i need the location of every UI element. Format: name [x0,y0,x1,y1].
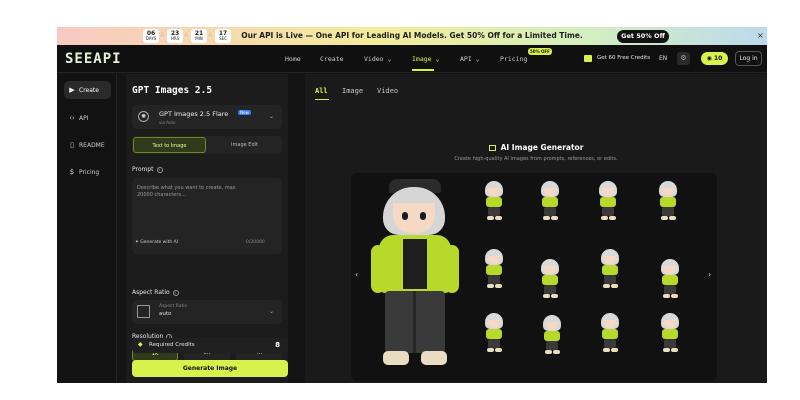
aspect-ratio-value: auto [159,311,172,317]
chevron-left-icon[interactable]: ‹ [355,270,358,279]
nav-create[interactable]: Create [320,55,343,63]
aspect-ratio-icon [137,305,150,318]
logo[interactable]: SEEAPI [65,51,122,67]
code-icon: ‹› [69,114,75,122]
settings-icon[interactable]: ⚙ [677,52,690,65]
chibi-image[interactable] [479,249,509,289]
book-icon: ▯ [70,141,74,149]
gift-icon [584,55,592,62]
prompt-label: Prompt i [132,166,163,173]
chibi-image[interactable] [535,181,565,221]
chevron-right-icon[interactable]: › [708,270,711,279]
promo-cta-button[interactable]: Get 50% Off [617,30,669,43]
promo-banner: 06 DAYS : 23 HRS : 21 MIN : 17 SEC Our API i… [57,27,767,45]
nav-active-underline [412,69,434,71]
sparkle-icon: ✦ [135,240,139,245]
chibi-image[interactable] [595,313,625,353]
generate-image-button[interactable]: Generate Image [132,360,288,377]
example-gallery [351,173,717,381]
nav-api[interactable]: API ⌄ [460,55,480,63]
generator-subtitle: Create high-quality AI images from promp… [454,156,618,162]
new-badge: New [238,110,251,115]
panel-title: GPT Images 2.5 [132,85,213,96]
app-frame: 06 DAYS : 23 HRS : 21 MIN : 17 SEC Our API i… [57,27,767,383]
chevron-down-icon: ⌄ [387,55,392,63]
nav-pricing[interactable]: Pricing [500,55,527,63]
chibi-image[interactable] [479,313,509,353]
openai-icon: ✺ [138,111,149,122]
credits-balance[interactable]: ◉ 10 [701,52,728,65]
chibi-image[interactable] [595,249,625,289]
rail-item-pricing[interactable]: $ Pricing [64,163,111,181]
main-area: All Image Video AI Image Generator Creat… [305,74,767,383]
generate-with-ai-button[interactable]: ✦ Generate with AI [135,240,178,245]
chevron-down-icon: ⌄ [475,55,480,63]
chibi-image[interactable] [537,315,567,355]
model-name: GPT Images 2.5 Flare [159,110,229,118]
gem-icon: ◆ [138,341,143,348]
play-circle-icon: ▶ [69,86,75,94]
language-selector[interactable]: EN [659,55,667,62]
tab-text-to-image[interactable]: Text to Image [133,137,206,153]
model-selector[interactable]: ✺ GPT Images 2.5 Flare New via Auto ⌄ [132,105,282,129]
close-icon[interactable]: × [757,31,764,40]
chibi-image[interactable] [655,259,685,299]
nav-image[interactable]: Image ⌄ [412,55,439,63]
login-button[interactable]: Log in [735,51,762,66]
required-credits-label: Required Credits [149,342,195,348]
generator-title: AI Image Generator [305,143,767,152]
chevron-down-icon: ⌄ [268,113,274,120]
tab-image[interactable]: Image [342,87,363,95]
required-credits-bar: ◆ Required Credits 8 [132,338,288,353]
tab-all[interactable]: All [315,87,328,95]
info-icon: i [156,166,163,173]
pricing-badge: 50% OFF [528,48,552,55]
chevron-down-icon: ⌄ [435,55,440,63]
config-panel: GPT Images 2.5 ✺ GPT Images 2.5 Flare Ne… [126,74,288,383]
prompt-placeholder: Describe what you want to create, max 20… [137,185,236,198]
chibi-image[interactable] [655,313,685,353]
char-counter: 0/20000 [246,240,265,245]
info-icon: i [172,289,179,296]
aspect-ratio-label: Aspect Ratio i [132,289,179,296]
chibi-image[interactable] [479,181,509,221]
rail-item-create[interactable]: ▶ Create [64,81,111,99]
hero-character-image[interactable] [369,177,461,377]
tab-active-underline [315,99,329,100]
rail-item-readme[interactable]: ▯ README [64,136,111,154]
tab-image-edit[interactable]: Image Edit [208,137,281,153]
mode-tabs: Text to Image Image Edit [132,136,282,154]
top-nav: SEEAPI Home Create Video ⌄ Image ⌄ API ⌄… [57,45,767,73]
free-credits-link[interactable]: Get 60 Free Credits [597,55,650,61]
required-credits-value: 8 [275,341,280,349]
rail-item-api[interactable]: ‹› API [64,109,111,127]
image-icon [488,145,496,151]
chevron-down-icon: ⌄ [268,308,274,315]
nav-home[interactable]: Home [285,55,301,63]
model-sub: via Auto [159,120,176,125]
chibi-image[interactable] [535,259,565,299]
tab-video[interactable]: Video [377,87,398,95]
chibi-image[interactable] [653,181,683,221]
left-rail: ▶ Create ‹› API ▯ README $ Pricing [57,74,117,383]
nav-video[interactable]: Video ⌄ [364,55,391,63]
aspect-ratio-sublabel: Aspect Ratio [159,304,188,309]
chibi-image[interactable] [593,181,623,221]
aspect-ratio-select[interactable]: Aspect Ratio auto ⌄ [132,300,282,324]
dollar-icon: $ [69,168,75,176]
